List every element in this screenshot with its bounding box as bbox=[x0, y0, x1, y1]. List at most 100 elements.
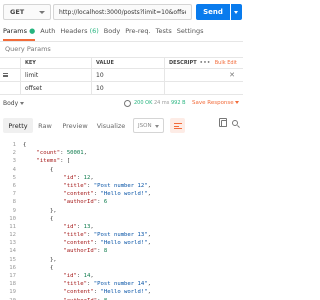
response-body-dropdown[interactable]: Body bbox=[3, 100, 25, 107]
code-text: "count": 50001, bbox=[36, 150, 88, 157]
description-header-label: DESCRIPT bbox=[169, 60, 197, 66]
code-text: "content": "Hello world!", bbox=[63, 240, 152, 247]
code-text: "items": [ bbox=[36, 158, 71, 165]
code-line: 18 "title": "Post number 14", bbox=[0, 280, 243, 288]
chevron-down-icon bbox=[39, 11, 45, 14]
line-number: 8 bbox=[12, 199, 16, 206]
tab-tests[interactable]: Tests bbox=[156, 27, 172, 39]
response-body-label: Body bbox=[3, 100, 19, 107]
code-text: "content": "Hello world!", bbox=[63, 191, 152, 198]
response-view-toolbar: Pretty Raw Preview Visualize JSON bbox=[0, 118, 243, 134]
code-line: 11 "id": 13, bbox=[0, 223, 243, 231]
param-value[interactable]: 10 bbox=[91, 69, 164, 81]
params-indicator-dot: ● bbox=[29, 27, 36, 35]
line-number: 17 bbox=[9, 273, 16, 279]
param-key[interactable]: offset bbox=[20, 82, 91, 94]
view-raw-button[interactable]: Raw bbox=[36, 118, 54, 133]
copy-icon[interactable] bbox=[219, 118, 227, 127]
globe-icon[interactable] bbox=[124, 100, 131, 107]
code-text: "authorId": 6 bbox=[63, 199, 108, 206]
code-text: { bbox=[23, 142, 27, 148]
code-text: "content": "Hello world!", bbox=[63, 289, 152, 296]
view-preview-button[interactable]: Preview bbox=[62, 118, 88, 133]
code-text: "authorId": 8 bbox=[23, 297, 107, 300]
status-code: 200 OK bbox=[134, 100, 153, 106]
code-line: 4 { bbox=[0, 166, 243, 174]
param-key[interactable]: limit bbox=[20, 69, 91, 81]
response-size: 992 B bbox=[170, 100, 186, 106]
code-line: 20 "authorId": 8 bbox=[0, 297, 243, 300]
code-text: { bbox=[23, 166, 54, 173]
bulk-edit-link[interactable]: Bulk Edit bbox=[215, 60, 237, 66]
line-number: 19 bbox=[9, 289, 16, 296]
response-time: 24 ms bbox=[153, 100, 170, 106]
more-options-icon[interactable]: ••• bbox=[200, 60, 211, 66]
save-response-button[interactable]: Save Response bbox=[192, 100, 239, 106]
line-number: 12 bbox=[9, 232, 16, 239]
code-line: 10 { bbox=[0, 215, 243, 223]
code-line: 12 "title": "Post number 13", bbox=[0, 231, 243, 239]
save-response-label: Save Response bbox=[192, 100, 234, 106]
line-number: 4 bbox=[12, 166, 16, 173]
line-number: 7 bbox=[12, 191, 16, 198]
line-number: 2 bbox=[12, 150, 16, 157]
response-status: 200 OK 24 ms 992 B bbox=[134, 100, 186, 106]
view-visualize-button[interactable]: Visualize bbox=[95, 118, 127, 133]
code-text: }, bbox=[23, 207, 57, 214]
tab-settings[interactable]: Settings bbox=[177, 27, 204, 39]
headers-count: (6) bbox=[89, 27, 99, 35]
value-column-header: VALUE bbox=[91, 58, 164, 68]
wrap-lines-button[interactable] bbox=[170, 118, 185, 133]
tab-headers[interactable]: Headers (6) bbox=[60, 27, 98, 39]
line-number: 13 bbox=[9, 240, 16, 247]
code-line: 5 "id": 12, bbox=[0, 174, 243, 182]
url-input[interactable] bbox=[53, 4, 192, 20]
chevron-down-icon bbox=[20, 102, 25, 105]
send-button[interactable]: Send bbox=[196, 4, 230, 20]
response-body-code[interactable]: 1{2 "count": 50001, 3 "items": [4 {5 "id"… bbox=[0, 141, 243, 300]
tab-headers-label: Headers bbox=[60, 27, 88, 35]
code-line: 7 "content": "Hello world!", bbox=[0, 190, 243, 198]
tab-params[interactable]: Params ● bbox=[3, 27, 36, 41]
line-number: 10 bbox=[9, 215, 16, 222]
tab-body[interactable]: Body bbox=[104, 27, 120, 39]
code-line: 15 }, bbox=[0, 256, 243, 264]
tabs-divider bbox=[0, 41, 243, 42]
method-select[interactable]: GET bbox=[3, 4, 51, 20]
line-number: 16 bbox=[9, 264, 16, 271]
line-number: 15 bbox=[9, 256, 16, 263]
close-icon[interactable]: ✕ bbox=[229, 71, 235, 79]
line-number: 9 bbox=[12, 207, 16, 214]
line-number: 11 bbox=[9, 223, 16, 230]
query-params-title: Query Params bbox=[5, 45, 51, 53]
params-table-header: KEY VALUE DESCRIPT ••• Bulk Edit bbox=[0, 57, 243, 69]
param-value[interactable]: 10 bbox=[91, 82, 164, 94]
code-line: 8 "authorId": 6 bbox=[0, 198, 243, 206]
code-text: { bbox=[23, 264, 54, 271]
code-line: 16 { bbox=[0, 264, 243, 272]
format-label: JSON bbox=[138, 122, 152, 129]
drag-handle-icon[interactable] bbox=[2, 73, 8, 77]
send-options-chevron-icon[interactable] bbox=[231, 4, 242, 20]
param-description[interactable] bbox=[164, 82, 243, 94]
view-pretty-button[interactable]: Pretty bbox=[3, 118, 33, 133]
response-bar: Body 200 OK 24 ms 992 B Save Response bbox=[3, 100, 241, 110]
line-number: 18 bbox=[9, 281, 16, 288]
code-line: 2 "count": 50001, bbox=[0, 149, 243, 157]
tab-auth[interactable]: Auth bbox=[40, 27, 55, 39]
description-column-header: DESCRIPT ••• Bulk Edit bbox=[164, 58, 243, 68]
line-number: 14 bbox=[9, 248, 16, 255]
key-column-header: KEY bbox=[20, 58, 91, 68]
tab-params-label: Params bbox=[3, 27, 27, 35]
format-select[interactable]: JSON bbox=[133, 118, 164, 133]
tab-pre-request[interactable]: Pre-req. bbox=[125, 27, 150, 39]
code-text: { bbox=[23, 215, 54, 222]
chevron-down-icon bbox=[234, 101, 239, 104]
request-bar: GET Send bbox=[3, 4, 242, 20]
code-text: "authorId": 8 bbox=[63, 248, 108, 255]
code-text: "id": 14, bbox=[63, 273, 94, 279]
search-icon[interactable] bbox=[232, 120, 238, 126]
line-number: 5 bbox=[12, 174, 16, 181]
code-line: 9 }, bbox=[0, 207, 243, 215]
line-number: 3 bbox=[12, 158, 16, 165]
